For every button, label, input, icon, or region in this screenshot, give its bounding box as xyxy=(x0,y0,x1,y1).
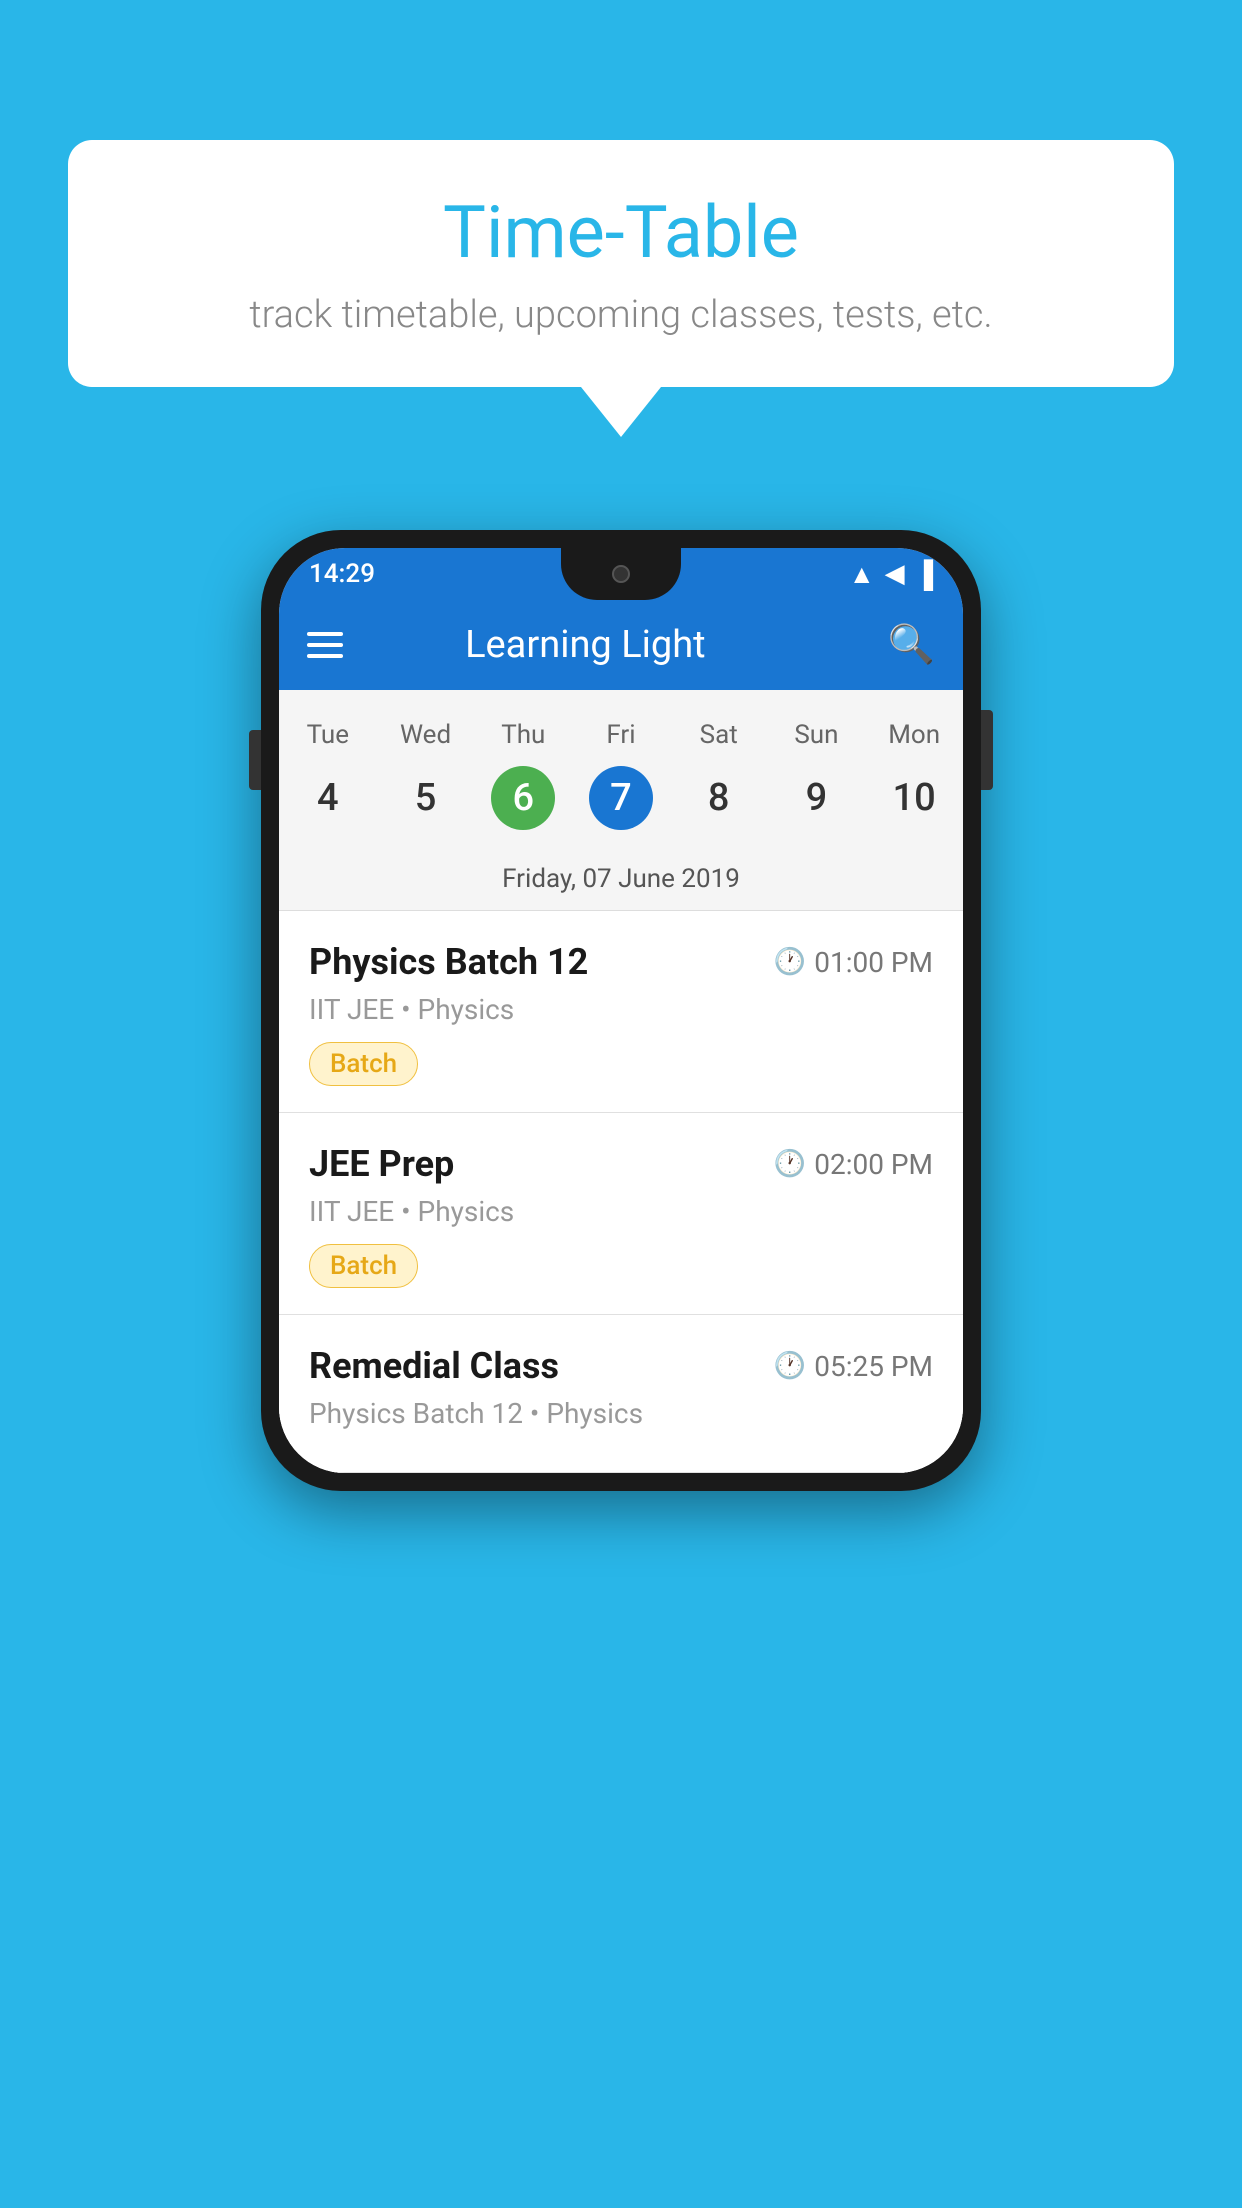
day-thu: Thu xyxy=(474,710,572,756)
app-bar: Learning Light 🔍 xyxy=(279,600,963,690)
schedule-item-1[interactable]: Physics Batch 12 🕐 01:00 PM IIT JEE • Ph… xyxy=(279,911,963,1113)
date-4[interactable]: 4 xyxy=(279,756,377,840)
schedule-item-1-time: 🕐 01:00 PM xyxy=(774,946,933,979)
notch xyxy=(561,548,681,600)
schedule-list: Physics Batch 12 🕐 01:00 PM IIT JEE • Ph… xyxy=(279,911,963,1473)
date-9[interactable]: 9 xyxy=(768,756,866,840)
wifi-icon: ▲ xyxy=(849,559,875,590)
day-fri: Fri xyxy=(572,710,670,756)
day-wed: Wed xyxy=(377,710,475,756)
battery-icon: ▐ xyxy=(915,559,933,590)
calendar: Tue Wed Thu Fri Sat Sun Mon 4 5 xyxy=(279,690,963,911)
speech-bubble-tail xyxy=(581,387,661,437)
schedule-item-2[interactable]: JEE Prep 🕐 02:00 PM IIT JEE • Physics Ba… xyxy=(279,1113,963,1315)
schedule-item-2-header: JEE Prep 🕐 02:00 PM xyxy=(309,1143,933,1185)
status-icons: ▲ ◀ ▐ xyxy=(849,559,933,590)
camera-notch xyxy=(612,565,630,583)
schedule-item-1-subtitle: IIT JEE • Physics xyxy=(309,993,933,1026)
phone-mockup: 14:29 ▲ ◀ ▐ Learning Light 🔍 xyxy=(261,530,981,1491)
clock-icon-1: 🕐 xyxy=(774,947,806,977)
schedule-item-3-subtitle: Physics Batch 12 • Physics xyxy=(309,1397,933,1430)
date-8[interactable]: 8 xyxy=(670,756,768,840)
search-icon[interactable]: 🔍 xyxy=(888,623,935,667)
phone-screen: 14:29 ▲ ◀ ▐ Learning Light 🔍 xyxy=(279,548,963,1473)
date-6-today[interactable]: 6 xyxy=(474,756,572,840)
phone-outer: 14:29 ▲ ◀ ▐ Learning Light 🔍 xyxy=(261,530,981,1491)
schedule-item-2-title: JEE Prep xyxy=(309,1143,454,1185)
speech-bubble-subtitle: track timetable, upcoming classes, tests… xyxy=(128,293,1114,337)
clock-icon-2: 🕐 xyxy=(774,1149,806,1179)
day-mon: Mon xyxy=(865,710,963,756)
schedule-item-3-title: Remedial Class xyxy=(309,1345,559,1387)
signal-icon: ◀ xyxy=(885,559,905,589)
day-sat: Sat xyxy=(670,710,768,756)
days-row: Tue Wed Thu Fri Sat Sun Mon xyxy=(279,690,963,756)
speech-bubble: Time-Table track timetable, upcoming cla… xyxy=(68,140,1174,387)
schedule-item-2-badge: Batch xyxy=(309,1244,418,1288)
schedule-item-1-badge: Batch xyxy=(309,1042,418,1086)
schedule-item-2-time: 🕐 02:00 PM xyxy=(774,1148,933,1181)
app-title: Learning Light xyxy=(307,623,864,667)
schedule-item-1-title: Physics Batch 12 xyxy=(309,941,588,983)
clock-icon-3: 🕐 xyxy=(774,1351,806,1381)
schedule-item-3-header: Remedial Class 🕐 05:25 PM xyxy=(309,1345,933,1387)
date-7-selected[interactable]: 7 xyxy=(572,756,670,840)
schedule-item-3[interactable]: Remedial Class 🕐 05:25 PM Physics Batch … xyxy=(279,1315,963,1473)
date-10[interactable]: 10 xyxy=(865,756,963,840)
speech-bubble-title: Time-Table xyxy=(128,190,1114,275)
schedule-item-2-subtitle: IIT JEE • Physics xyxy=(309,1195,933,1228)
selected-date-label: Friday, 07 June 2019 xyxy=(279,856,963,911)
schedule-item-1-header: Physics Batch 12 🕐 01:00 PM xyxy=(309,941,933,983)
dates-row: 4 5 6 7 8 9 xyxy=(279,756,963,856)
status-bar: 14:29 ▲ ◀ ▐ xyxy=(279,548,963,600)
day-sun: Sun xyxy=(768,710,866,756)
status-time: 14:29 xyxy=(309,559,375,589)
day-tue: Tue xyxy=(279,710,377,756)
schedule-item-3-time: 🕐 05:25 PM xyxy=(774,1350,933,1383)
speech-bubble-wrapper: Time-Table track timetable, upcoming cla… xyxy=(68,140,1174,437)
date-5[interactable]: 5 xyxy=(377,756,475,840)
